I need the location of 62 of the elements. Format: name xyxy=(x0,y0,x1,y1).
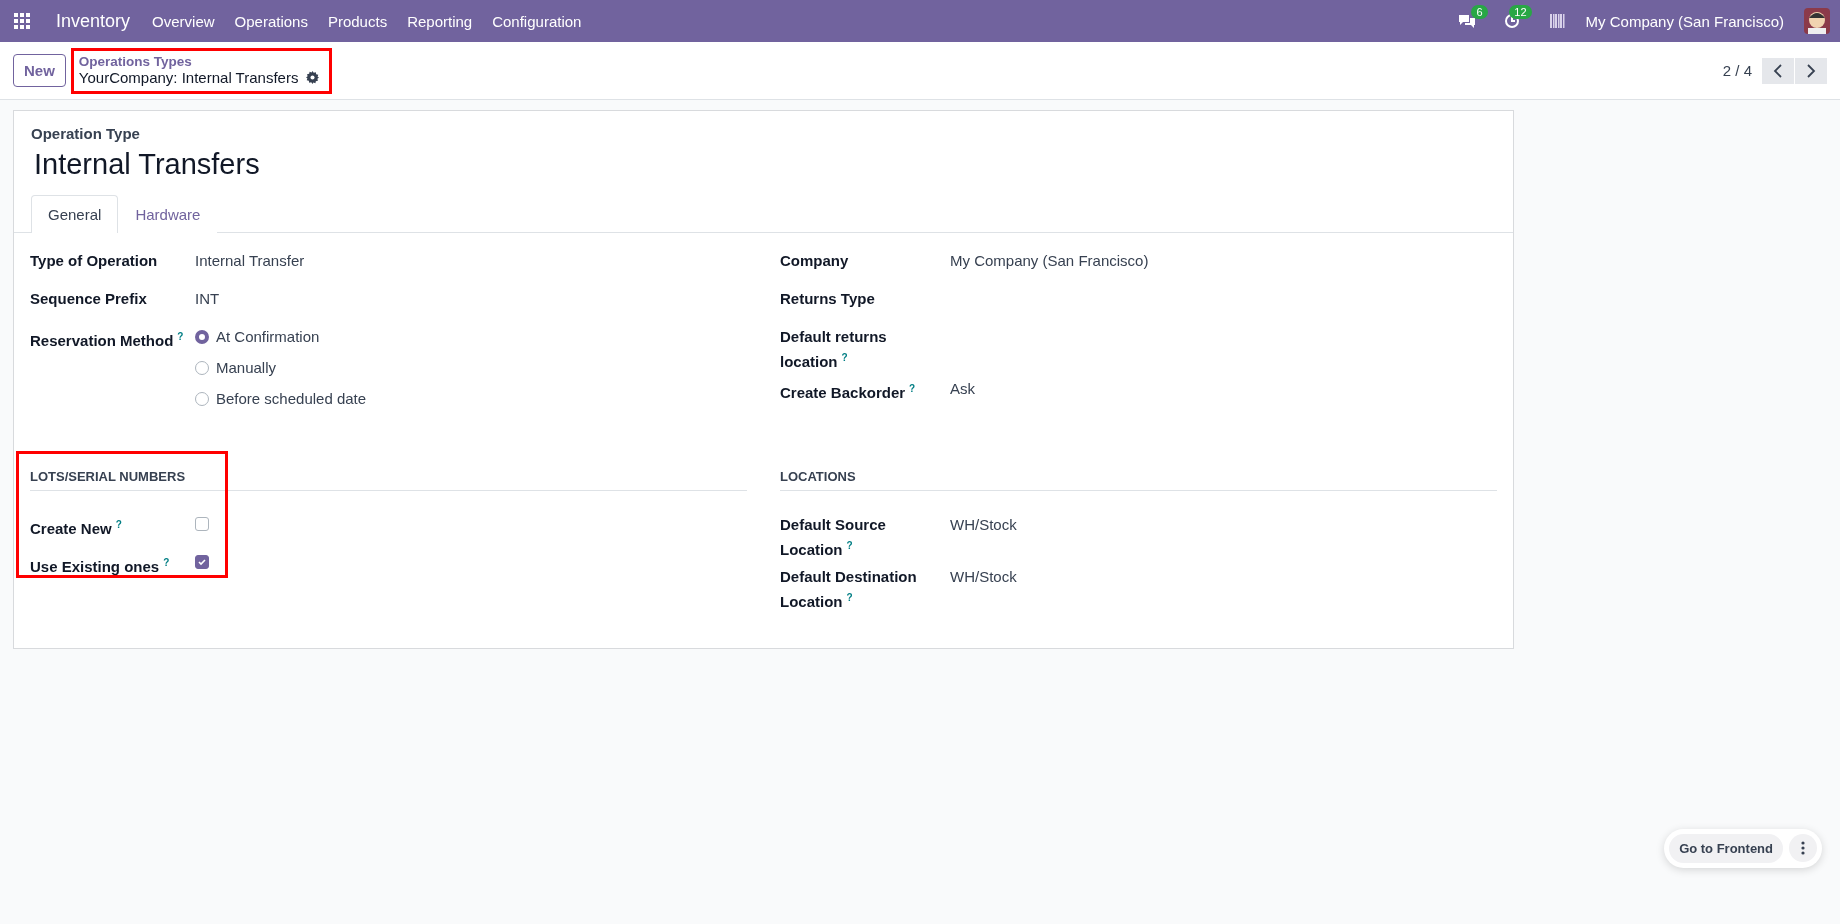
help-mark[interactable]: ? xyxy=(841,352,848,363)
tab[interactable]: General xyxy=(31,195,119,233)
menu-item[interactable]: Operations xyxy=(234,12,308,30)
go-to-frontend-button[interactable]: Go to Frontend xyxy=(1669,834,1783,863)
more-icon xyxy=(1801,841,1805,855)
help-mark[interactable]: ? xyxy=(115,519,122,530)
apps-menu-icon[interactable] xyxy=(14,13,30,29)
checkbox[interactable] xyxy=(195,555,209,569)
section-title: LOCATIONS xyxy=(780,469,1497,491)
new-button[interactable]: New xyxy=(13,54,66,87)
help-mark[interactable]: ? xyxy=(163,557,170,568)
barcode-icon[interactable] xyxy=(1549,14,1566,28)
chevron-right-icon xyxy=(1806,63,1816,78)
field-value: Ask xyxy=(950,379,976,399)
chat-icon[interactable] xyxy=(1457,13,1476,29)
checkbox[interactable] xyxy=(195,517,209,531)
chevron-left-icon xyxy=(1773,63,1783,78)
next-button[interactable] xyxy=(1795,57,1827,84)
field-value: My Company (San Francisco) xyxy=(950,251,1150,271)
field-label: Default Destination Location $^{?}$ xyxy=(780,567,918,612)
record-name: YourCompany: Internal Transfers xyxy=(78,68,299,86)
record-title: Internal Transfers xyxy=(34,148,261,181)
previous-button[interactable] xyxy=(1762,57,1794,84)
radio-label[interactable]: Before scheduled date xyxy=(216,388,367,409)
pager-value[interactable]: 2 / 4 xyxy=(1722,62,1752,79)
company-switcher[interactable]: My Company (San Francisco) xyxy=(1585,12,1784,30)
radio-button[interactable] xyxy=(195,391,209,406)
menu-item[interactable]: Overview xyxy=(152,12,215,30)
title-label: Operation Type xyxy=(31,125,141,142)
field-label: Default returns location $^{?}$ xyxy=(780,327,888,372)
count-badge: 12 xyxy=(1509,5,1532,19)
field-value: WH/Stock xyxy=(950,567,1018,587)
field-label: Create Backorder $^{?}$ xyxy=(780,382,917,403)
radio-label[interactable]: Manually xyxy=(216,357,277,378)
field-label: Default Source Location $^{?}$ xyxy=(780,515,887,560)
help-mark[interactable]: ? xyxy=(909,383,916,394)
field-label: Company xyxy=(780,251,850,271)
menu-item[interactable]: Reporting xyxy=(407,12,473,30)
help-mark[interactable]: ? xyxy=(846,592,853,603)
gear-icon[interactable] xyxy=(306,70,320,84)
count-badge: 6 xyxy=(1471,5,1488,19)
field-value: WH/Stock xyxy=(950,515,1018,535)
radio-button[interactable] xyxy=(195,360,209,375)
field-value: Internal Transfer xyxy=(195,251,306,271)
field-label: Reservation Method $^{?}$ xyxy=(30,330,185,351)
menu-item[interactable]: Products xyxy=(327,12,388,30)
help-mark[interactable]: ? xyxy=(846,540,853,551)
field-label: Returns Type xyxy=(780,289,876,309)
menu-item[interactable]: Configuration xyxy=(492,12,582,30)
radio-button[interactable] xyxy=(195,329,209,344)
check-icon xyxy=(197,557,207,567)
user-avatar[interactable] xyxy=(1804,8,1830,34)
app-name[interactable]: Inventory xyxy=(56,10,131,32)
breadcrumb-link[interactable]: Operations Types xyxy=(78,53,320,69)
field-label: Create New $^{?}$ xyxy=(30,518,123,539)
field-value: INT xyxy=(195,289,221,309)
section-title: LOTS/SERIAL NUMBERS xyxy=(30,469,747,491)
field-label: Use Existing ones $^{?}$ xyxy=(30,556,171,577)
field-label: Type of Operation xyxy=(30,251,159,271)
field-label: Sequence Prefix xyxy=(30,289,148,309)
radio-label[interactable]: At Confirmation xyxy=(216,326,320,347)
help-mark[interactable]: ? xyxy=(177,331,184,342)
